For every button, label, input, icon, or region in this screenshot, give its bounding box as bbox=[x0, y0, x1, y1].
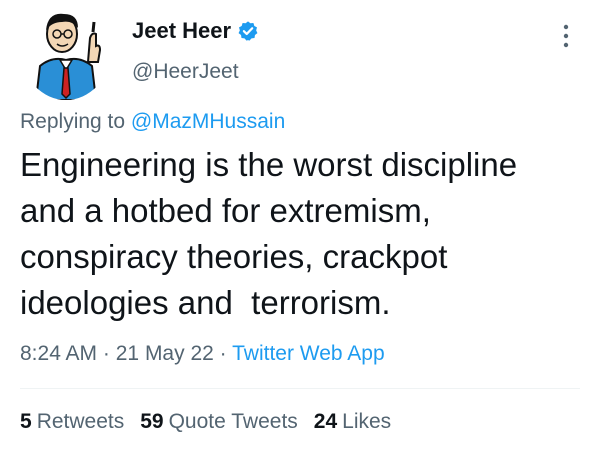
author-names: Jeet Heer @HeerJeet bbox=[132, 16, 259, 84]
tweet-time[interactable]: 8:24 AM bbox=[20, 342, 97, 365]
quote-tweets-label: Quote Tweets bbox=[168, 410, 298, 433]
display-name[interactable]: Jeet Heer bbox=[132, 18, 231, 44]
author-handle[interactable]: @HeerJeet bbox=[132, 60, 259, 84]
retweets-label: Retweets bbox=[36, 410, 125, 433]
tweet-meta: 8:24 AM · 21 May 22 · Twitter Web App bbox=[20, 342, 385, 366]
more-options-icon[interactable] bbox=[556, 22, 576, 50]
verified-badge-icon bbox=[237, 20, 259, 42]
quote-tweets-stat[interactable]: 59 Quote Tweets bbox=[140, 410, 298, 434]
retweets-count: 5 bbox=[20, 410, 32, 433]
tweet-text: Engineering is the worst discipline and … bbox=[20, 146, 518, 321]
tweet-header: Jeet Heer @HeerJeet bbox=[20, 4, 580, 100]
replying-to-line: Replying to @MazMHussain bbox=[20, 110, 285, 134]
replying-to-prefix: Replying to bbox=[20, 110, 126, 133]
likes-label: Likes bbox=[342, 410, 392, 433]
tweet-card: Jeet Heer @HeerJeet Replying to @MazMHus… bbox=[0, 0, 600, 468]
tweet-stats: 5 Retweets 59 Quote Tweets 24 Likes bbox=[20, 410, 391, 434]
quote-tweets-count: 59 bbox=[140, 410, 164, 433]
avatar[interactable] bbox=[22, 4, 110, 100]
retweets-stat[interactable]: 5 Retweets bbox=[20, 410, 124, 434]
meta-separator: · bbox=[102, 342, 110, 365]
replying-to-handle-link[interactable]: @MazMHussain bbox=[131, 110, 285, 133]
likes-count: 24 bbox=[313, 410, 338, 433]
meta-separator: · bbox=[219, 342, 227, 365]
divider bbox=[20, 388, 580, 389]
tweet-source-link[interactable]: Twitter Web App bbox=[232, 342, 385, 365]
display-name-row: Jeet Heer bbox=[132, 16, 259, 46]
tweet-date[interactable]: 21 May 22 bbox=[116, 342, 214, 365]
likes-stat[interactable]: 24 Likes bbox=[314, 410, 391, 434]
caricature-avatar-icon bbox=[22, 4, 110, 100]
